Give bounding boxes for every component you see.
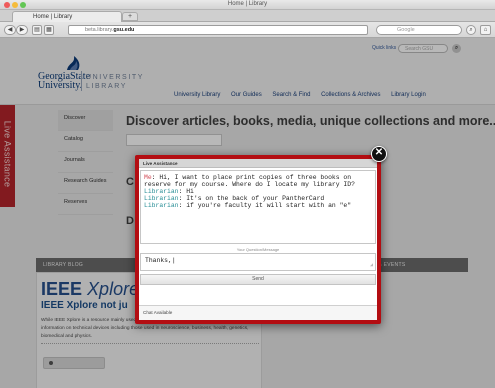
- browser-search-input[interactable]: Google: [376, 25, 462, 35]
- live-assistance-chat-window: Live Assistance Me: Hi, I want to place …: [135, 155, 381, 324]
- chat-speaker: Librarian: [144, 188, 179, 195]
- chat-speaker: Librarian: [144, 195, 179, 202]
- chat-text: if you're faculty it will start with an …: [186, 202, 352, 209]
- chat-transcript[interactable]: Me: Hi, I want to place print copies of …: [140, 170, 376, 244]
- chat-panel: Live Assistance Me: Hi, I want to place …: [139, 159, 377, 320]
- chat-text: Hi, I want to place print copies of thre…: [159, 174, 352, 181]
- chat-message: reserve for my course. Where do I locate…: [144, 181, 372, 188]
- url-domain: gsu.edu: [113, 27, 135, 33]
- new-tab-button[interactable]: +: [122, 12, 138, 21]
- chat-header: Live Assistance: [139, 159, 377, 168]
- url-prefix: beta.library.: [85, 27, 114, 33]
- message-input[interactable]: Thanks,| ◢: [140, 253, 376, 271]
- send-button[interactable]: Send: [140, 274, 376, 285]
- navigation-bar: ◀ ▶ ▤ ▦ beta.library.gsu.edu Google ⌕ ⌂: [0, 22, 495, 38]
- chat-speaker: Me: [144, 174, 152, 181]
- bookmarks-icon[interactable]: ▤: [32, 25, 42, 35]
- chat-message: Librarian: if you're faculty it will sta…: [144, 202, 352, 209]
- home-icon[interactable]: ⌂: [480, 25, 491, 35]
- chat-status: Chat Available: [139, 305, 377, 320]
- browser-search-icon[interactable]: ⌕: [466, 25, 476, 35]
- url-field[interactable]: beta.library.gsu.edu: [68, 25, 368, 35]
- window-titlebar: Home | Library: [0, 0, 495, 10]
- forward-button[interactable]: ▶: [16, 25, 28, 35]
- back-button[interactable]: ◀: [4, 25, 16, 35]
- chat-message: Librarian: Hi: [144, 188, 194, 195]
- chat-speaker: Librarian: [144, 202, 179, 209]
- message-label: Your Question/Message: [236, 247, 280, 252]
- browser-tab[interactable]: Home | Library: [12, 11, 122, 22]
- sidebar-icon[interactable]: ▦: [44, 25, 54, 35]
- message-value: Thanks,|: [145, 257, 176, 264]
- chat-text: It's on the back of your PantherCard: [186, 195, 325, 202]
- close-chat-icon[interactable]: ✕: [371, 146, 387, 162]
- window-title: Home | Library: [227, 1, 268, 7]
- tab-bar: Home | Library +: [0, 10, 495, 22]
- chat-message: Me: Hi, I want to place print copies of …: [144, 174, 352, 181]
- resize-grip-icon[interactable]: ◢: [370, 262, 373, 268]
- chat-message: Librarian: It's on the back of your Pant…: [144, 195, 325, 202]
- chat-text: Hi: [186, 188, 194, 195]
- chat-text: reserve for my course. Where do I locate…: [144, 181, 355, 188]
